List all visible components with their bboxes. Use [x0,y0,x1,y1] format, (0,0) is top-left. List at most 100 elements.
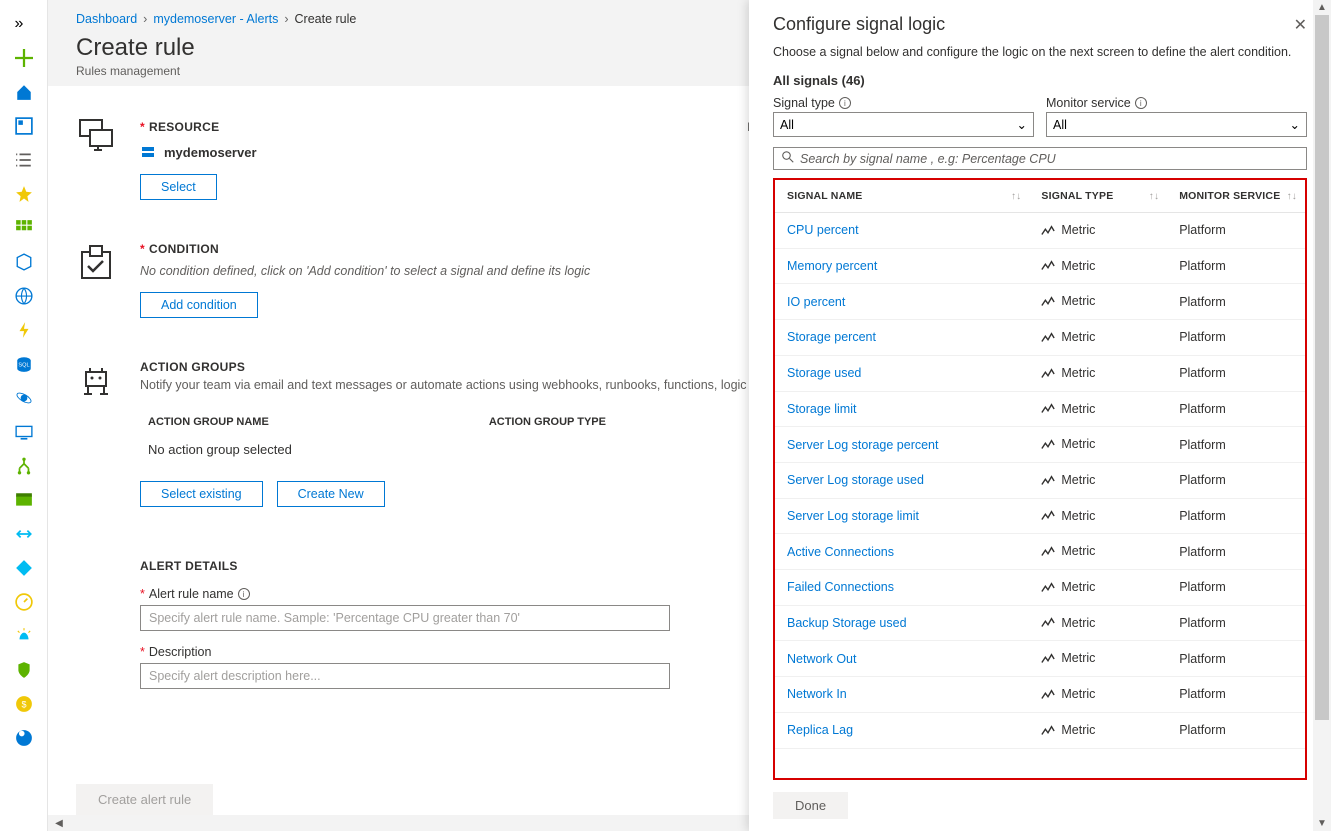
scroll-left-icon[interactable]: ◀ [52,818,66,829]
signal-name-cell[interactable]: Server Log storage limit [775,498,1029,534]
signal-row[interactable]: Storage usedMetricPlatform [775,355,1305,391]
nav-storage-icon[interactable] [8,484,40,516]
alert-desc-input[interactable] [140,663,670,689]
signal-name-cell[interactable]: CPU percent [775,213,1029,249]
monitor-service-cell: Platform [1167,498,1305,534]
info-icon[interactable]: i [839,97,851,109]
metric-icon [1041,616,1055,630]
nav-security-icon[interactable] [8,654,40,686]
scrollbar-thumb[interactable] [1315,15,1329,816]
signal-row[interactable]: Failed ConnectionsMetricPlatform [775,570,1305,606]
search-input[interactable] [800,152,1298,166]
breadcrumb-current: Create rule [295,12,357,26]
monitor-service-cell: Platform [1167,462,1305,498]
col-signal-type[interactable]: SIGNAL TYPE↑↓ [1029,180,1167,213]
col-signal-name[interactable]: SIGNAL NAME↑↓ [775,180,1029,213]
action-groups-icon [76,360,116,400]
search-box[interactable] [773,147,1307,170]
nav-aad-icon[interactable] [8,552,40,584]
signal-name-cell[interactable]: Server Log storage percent [775,427,1029,463]
signal-name-cell[interactable]: Failed Connections [775,570,1029,606]
signal-name-cell[interactable]: Memory percent [775,248,1029,284]
info-icon[interactable]: i [238,588,250,600]
nav-star-icon[interactable] [8,178,40,210]
signal-row[interactable]: Backup Storage usedMetricPlatform [775,605,1305,641]
nav-cube-icon[interactable] [8,246,40,278]
signal-type-cell: Metric [1029,248,1167,284]
breadcrumb-server[interactable]: mydemoserver - Alerts [153,12,278,26]
panel-desc: Choose a signal below and configure the … [749,39,1331,69]
signal-type-cell: Metric [1029,320,1167,356]
nav-loadbalancer-icon[interactable] [8,450,40,482]
select-button[interactable]: Select [140,174,217,200]
close-icon[interactable]: ✕ [1294,15,1307,35]
monitor-service-select[interactable]: All⌄ [1046,112,1307,137]
signal-row[interactable]: CPU percentMetricPlatform [775,213,1305,249]
monitor-service-cell: Platform [1167,641,1305,677]
signal-name-cell[interactable]: Storage percent [775,320,1029,356]
create-alert-rule-button[interactable]: Create alert rule [76,784,213,815]
signal-row[interactable]: Storage percentMetricPlatform [775,320,1305,356]
metric-icon [1041,259,1055,273]
nav-cost-icon[interactable]: $ [8,688,40,720]
signal-name-cell[interactable]: Storage limit [775,391,1029,427]
signal-row[interactable]: Storage limitMetricPlatform [775,391,1305,427]
nav-cosmos-icon[interactable] [8,382,40,414]
all-signals-count: All signals (46) [749,69,1331,96]
create-new-button[interactable]: Create New [277,481,385,507]
nav-monitor-icon[interactable] [8,586,40,618]
signal-name-cell[interactable]: Replica Lag [775,712,1029,748]
configure-signal-panel: Configure signal logic ✕ Choose a signal… [749,0,1331,831]
scroll-down-icon[interactable]: ▼ [1317,818,1327,829]
signal-row[interactable]: Memory percentMetricPlatform [775,248,1305,284]
signal-row[interactable]: Active ConnectionsMetricPlatform [775,534,1305,570]
signal-type-select[interactable]: All⌄ [773,112,1034,137]
signal-name-cell[interactable]: Backup Storage used [775,605,1029,641]
nav-home-icon[interactable] [8,76,40,108]
col-monitor-service[interactable]: MONITOR SERVICE↑↓ [1167,180,1305,213]
nav-grid-icon[interactable] [8,212,40,244]
nav-advisor-icon[interactable] [8,620,40,652]
action-groups-label: ACTION GROUPS [140,360,245,374]
nav-sql-icon[interactable]: SQL [8,348,40,380]
alert-desc-label: Description [149,645,212,659]
signal-row[interactable]: Network OutMetricPlatform [775,641,1305,677]
nav-help-icon[interactable] [8,722,40,754]
info-icon[interactable]: i [1135,97,1147,109]
nav-globe-icon[interactable] [8,280,40,312]
nav-vm-icon[interactable] [8,416,40,448]
signal-name-cell[interactable]: Server Log storage used [775,462,1029,498]
signal-name-cell[interactable]: Active Connections [775,534,1029,570]
signal-type-cell: Metric [1029,427,1167,463]
signal-name-cell[interactable]: Storage used [775,355,1029,391]
ag-col-name: ACTION GROUP NAME [148,416,269,428]
metric-icon [1041,224,1055,238]
panel-vertical-scrollbar[interactable]: ▲ ▼ [1313,0,1331,831]
signal-type-cell: Metric [1029,641,1167,677]
signal-name-cell[interactable]: IO percent [775,284,1029,320]
alert-name-input[interactable] [140,605,670,631]
signal-row[interactable]: Server Log storage usedMetricPlatform [775,462,1305,498]
nav-expand-icon[interactable]: » [8,8,40,40]
done-button[interactable]: Done [773,792,848,819]
nav-function-icon[interactable] [8,314,40,346]
ag-col-type: ACTION GROUP TYPE [489,416,606,428]
signal-type-cell: Metric [1029,712,1167,748]
condition-label: CONDITION [149,242,219,256]
nav-list-icon[interactable] [8,144,40,176]
breadcrumb-dashboard[interactable]: Dashboard [76,12,137,26]
signal-row[interactable]: IO percentMetricPlatform [775,284,1305,320]
signal-row[interactable]: Replica LagMetricPlatform [775,712,1305,748]
select-existing-button[interactable]: Select existing [140,481,263,507]
signal-row[interactable]: Server Log storage limitMetricPlatform [775,498,1305,534]
nav-add-icon[interactable] [8,42,40,74]
signal-type-cell: Metric [1029,677,1167,713]
signal-row[interactable]: Network InMetricPlatform [775,677,1305,713]
add-condition-button[interactable]: Add condition [140,292,258,318]
scroll-up-icon[interactable]: ▲ [1317,2,1327,13]
signal-name-cell[interactable]: Network Out [775,641,1029,677]
nav-network-icon[interactable] [8,518,40,550]
signal-row[interactable]: Server Log storage percentMetricPlatform [775,427,1305,463]
signal-name-cell[interactable]: Network In [775,677,1029,713]
nav-dashboard-icon[interactable] [8,110,40,142]
